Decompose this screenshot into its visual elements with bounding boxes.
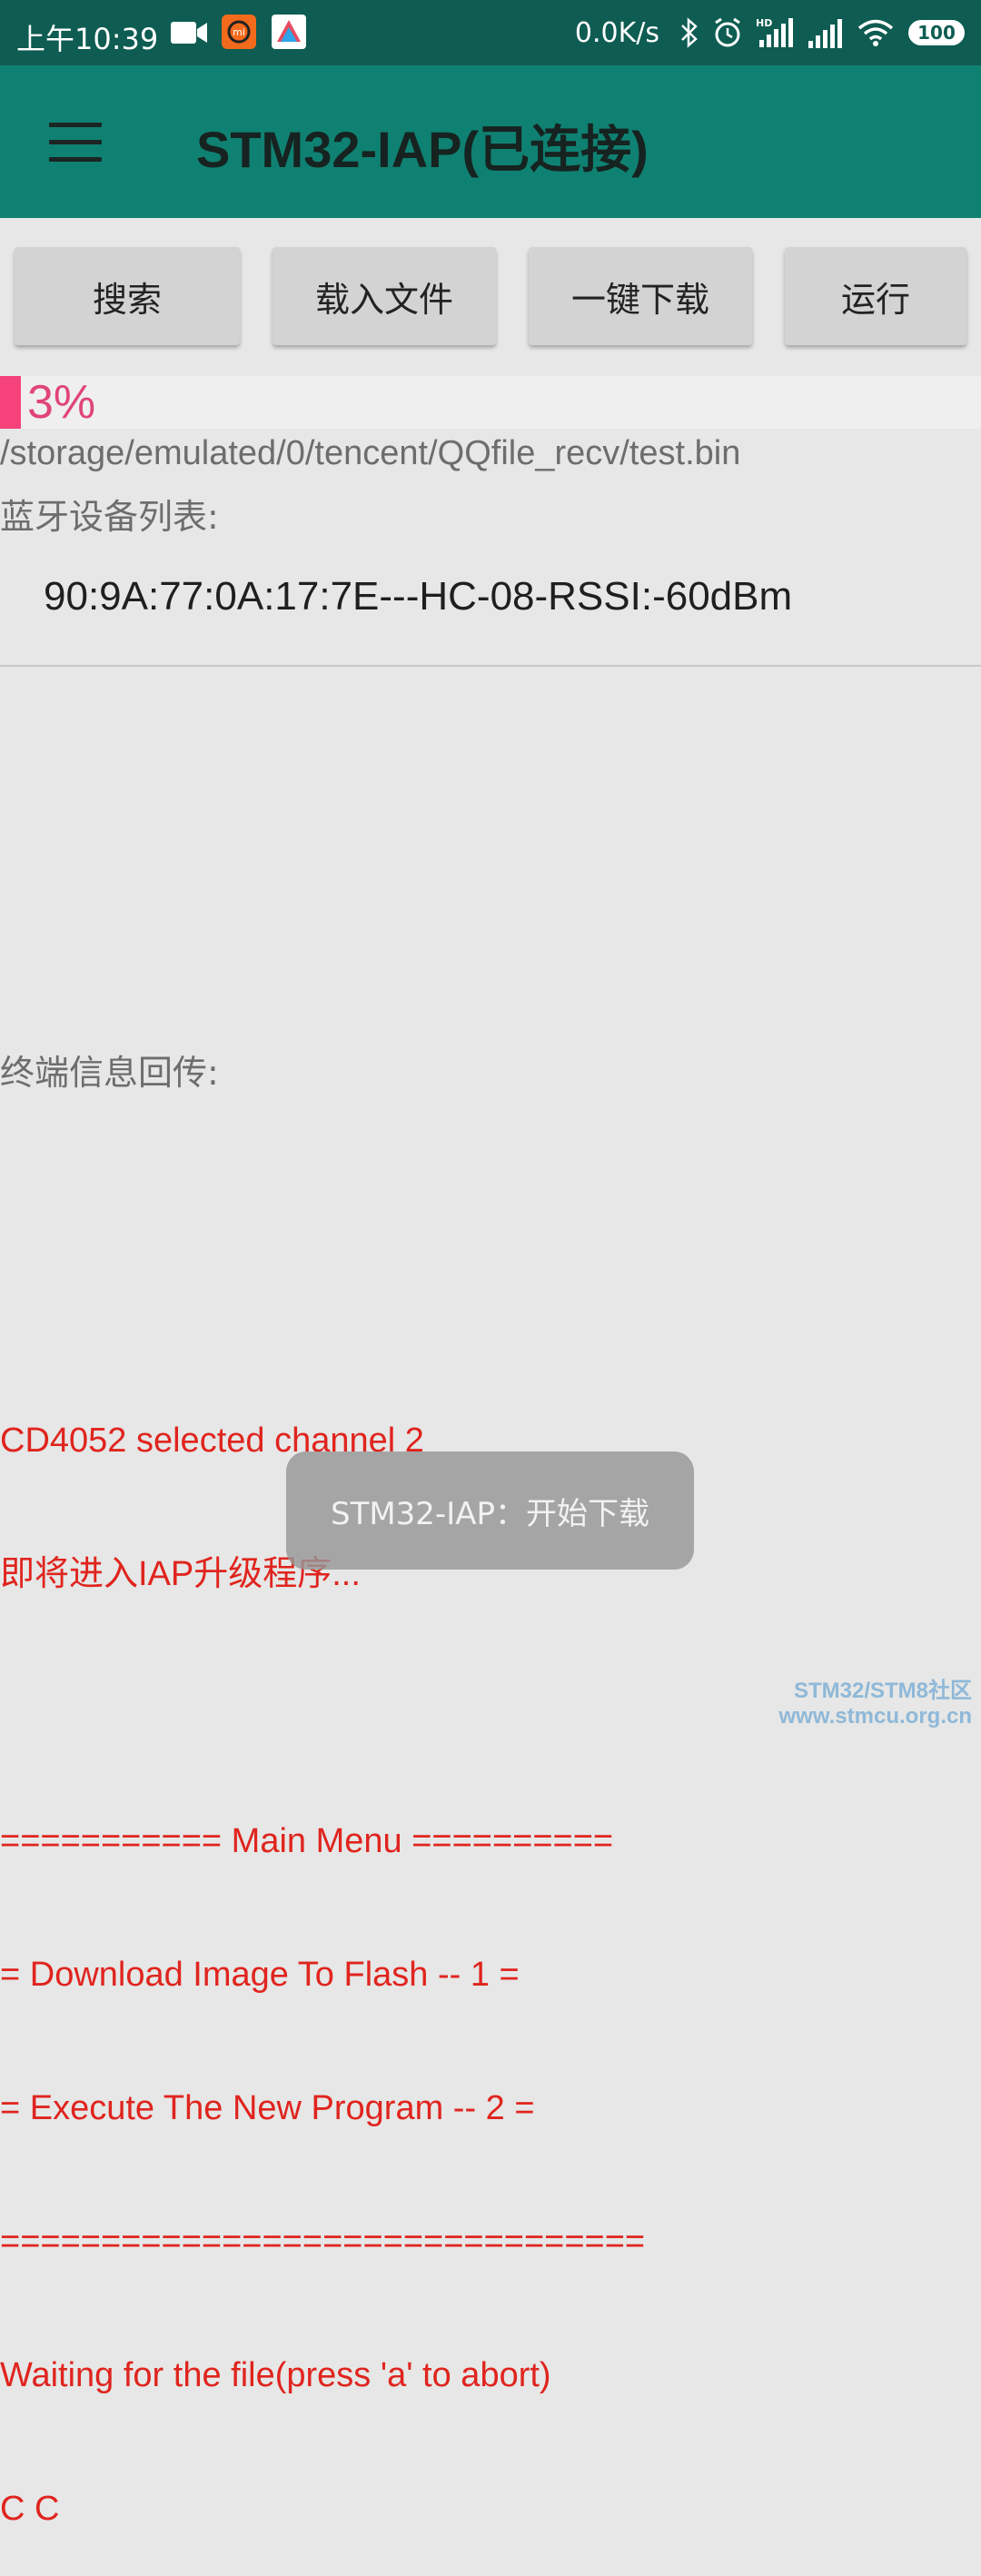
download-progress-bar: 3% — [0, 376, 981, 429]
terminal-line: ================================ — [0, 2223, 646, 2261]
terminal-line: = Download Image To Flash -- 1 = — [0, 1956, 520, 1994]
file-path: /storage/emulated/0/tencent/QQfile_recv/… — [0, 434, 741, 472]
page-title: STM32-IAP(已连接) — [196, 121, 649, 178]
divider — [0, 665, 981, 667]
terminal-line: =========== Main Menu ========== — [0, 1822, 614, 1860]
video-icon — [171, 22, 207, 44]
watermark: STM32/STM8社区 www.stmcu.org.cn — [779, 1679, 972, 1729]
alarm-icon — [715, 17, 740, 47]
terminal-line: C C — [0, 2490, 60, 2528]
wifi-icon — [857, 19, 894, 46]
progress-label: 3% — [27, 376, 96, 429]
device-list-label: 蓝牙设备列表: — [0, 497, 219, 537]
watermark-line: STM32/STM8社区 — [793, 1679, 972, 1703]
bluetooth-icon — [681, 17, 698, 48]
hamburger-menu-icon[interactable] — [49, 123, 102, 163]
signal-icon — [808, 19, 842, 48]
run-button[interactable]: 运行 — [785, 247, 966, 345]
terminal-line: Waiting for the file(press 'a' to abort) — [0, 2356, 551, 2394]
progress-fill — [0, 376, 21, 429]
status-time: 上午10:39 — [16, 22, 159, 56]
toast-message: STM32-IAP：开始下载 — [286, 1451, 694, 1570]
status-bar: 上午10:39 mi 0.0K/s HD 100 — [0, 0, 981, 65]
app-toolbar: STM32-IAP(已连接) — [0, 65, 981, 218]
watermark-line: www.stmcu.org.cn — [778, 1704, 972, 1729]
search-button[interactable]: 搜索 — [15, 247, 240, 345]
terminal-line: = Execute The New Program -- 2 = — [0, 2089, 535, 2127]
battery-level: 100 — [917, 22, 956, 44]
terminal-label: 终端信息回传: — [0, 1053, 219, 1093]
one-key-download-button[interactable]: 一键下载 — [529, 247, 752, 345]
svg-text:mi: mi — [233, 26, 245, 38]
mi-app-icon: mi — [222, 15, 256, 49]
network-speed: 0.0K/s — [574, 16, 659, 49]
app-icon — [272, 15, 306, 49]
battery-icon: 100 — [908, 20, 965, 45]
hd-signal-icon: HD — [756, 17, 793, 47]
svg-text:HD: HD — [756, 17, 772, 29]
device-list-item[interactable]: 90:9A:77:0A:17:7E---HC-08-RSSI:-60dBm — [44, 574, 792, 619]
load-file-button[interactable]: 载入文件 — [272, 247, 496, 345]
